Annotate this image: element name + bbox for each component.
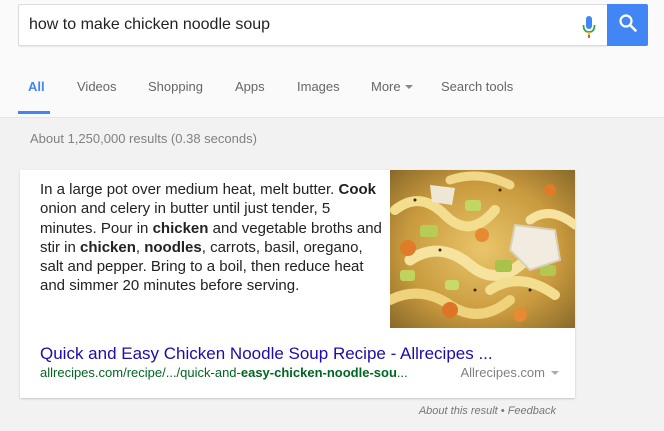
snippet-bold: Cook <box>338 181 377 198</box>
tab-apps[interactable]: Apps <box>235 79 265 94</box>
tab-images[interactable]: Images <box>297 79 340 94</box>
chevron-down-icon <box>404 84 413 89</box>
microphone-icon[interactable] <box>581 15 597 39</box>
tab-videos[interactable]: Videos <box>77 79 117 94</box>
search-input[interactable]: how to make chicken noodle soup <box>29 16 270 34</box>
result-url[interactable]: allrecipes.com/recipe/.../quick-and-easy… <box>40 365 408 380</box>
source-label: Allrecipes.com <box>460 365 545 380</box>
snippet-part: In a large pot over medium heat, melt bu… <box>40 181 339 198</box>
tab-more-label: More <box>371 79 401 94</box>
active-tab-indicator <box>18 111 50 114</box>
snippet-footer: About this result • Feedback <box>419 405 556 417</box>
snippet-text: In a large pot over medium heat, melt bu… <box>40 180 388 296</box>
snippet-bold: chicken <box>152 219 209 237</box>
snippet-bold: chicken <box>80 238 136 256</box>
chevron-down-icon <box>551 370 559 375</box>
url-suffix: ... <box>396 365 408 380</box>
feedback-link[interactable]: Feedback <box>508 405 556 417</box>
tab-shopping[interactable]: Shopping <box>148 79 203 94</box>
tab-all[interactable]: All <box>28 79 45 94</box>
result-title-link[interactable]: Quick and Easy Chicken Noodle Soup Recip… <box>40 344 493 364</box>
top-bar: how to make chicken noodle soup All Vide… <box>0 0 664 118</box>
magnifier-icon <box>618 13 638 38</box>
url-prefix: allrecipes.com/recipe/.../quick-and- <box>40 365 241 380</box>
url-bold: easy-chicken-noodle-sou <box>240 365 397 380</box>
featured-snippet-card: In a large pot over medium heat, melt bu… <box>20 170 575 398</box>
search-box[interactable]: how to make chicken noodle soup <box>18 4 607 46</box>
footer-separator: • <box>497 405 508 417</box>
results-stats: About 1,250,000 results (0.38 seconds) <box>30 131 257 146</box>
snippet-bold: noodles <box>144 238 202 256</box>
snippet-part: , <box>135 238 145 256</box>
tab-more[interactable]: More <box>371 79 413 94</box>
about-this-result-link[interactable]: About this result <box>419 405 498 417</box>
search-button[interactable] <box>607 4 648 46</box>
result-source[interactable]: Allrecipes.com <box>460 365 559 380</box>
tab-search-tools[interactable]: Search tools <box>441 79 513 94</box>
search-tabs: All Videos Shopping Apps Images More Sea… <box>0 74 664 118</box>
chicken-noodle-soup-photo[interactable] <box>390 170 575 328</box>
